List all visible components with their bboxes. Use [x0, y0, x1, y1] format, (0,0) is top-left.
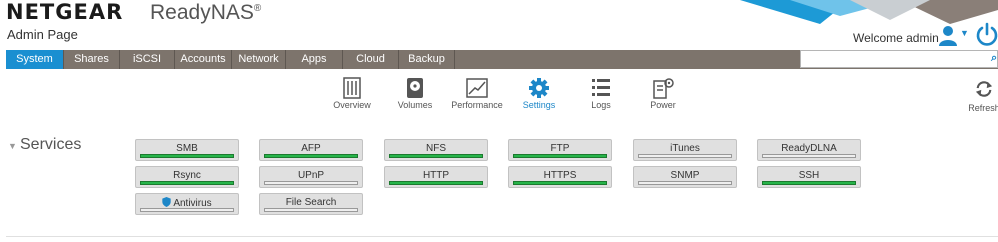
refresh-icon	[975, 81, 993, 97]
welcome-text: Welcome admin	[853, 31, 939, 45]
status-bar-disabled	[140, 208, 234, 212]
service-label: SMB	[176, 143, 198, 154]
toolbar-label: Settings	[522, 100, 556, 110]
header-decoration	[740, 0, 998, 24]
service-toggle-itunes[interactable]: iTunes	[633, 139, 737, 161]
toolbar-power[interactable]: Power	[633, 77, 693, 110]
service-toggle-https[interactable]: HTTPS	[508, 166, 612, 188]
search-icon[interactable]: ⌕	[991, 52, 997, 65]
service-toggle-upnp[interactable]: UPnP	[259, 166, 363, 188]
refresh-button[interactable]: Refresh	[964, 80, 998, 116]
service-toggle-readydlna[interactable]: ReadyDLNA	[757, 139, 861, 161]
service-label: Rsync	[173, 170, 201, 181]
service-name: AFP	[260, 143, 362, 154]
service-name: HTTP	[385, 170, 487, 181]
settings-icon	[529, 78, 549, 98]
service-name: HTTPS	[509, 170, 611, 181]
toolbar-label: Overview	[333, 100, 371, 110]
service-name: SMB	[136, 143, 238, 154]
service-label: SSH	[798, 170, 820, 181]
toolbar-volumes[interactable]: Volumes	[385, 77, 445, 110]
status-bar-disabled	[264, 181, 358, 185]
user-menu-chevron-down-icon[interactable]: ▼	[960, 28, 969, 38]
service-label: NFS	[426, 143, 446, 154]
service-name: iTunes	[634, 143, 736, 154]
status-bar-enabled	[140, 181, 234, 185]
service-name: Rsync	[136, 170, 238, 181]
service-name: Antivirus	[136, 197, 238, 209]
logs-icon	[592, 79, 610, 96]
status-bar-enabled	[264, 154, 358, 158]
collapse-caret-icon[interactable]: ▼	[8, 141, 17, 151]
service-name: UPnP	[260, 170, 362, 181]
refresh-label: Refresh	[968, 103, 998, 113]
status-bar-disabled	[264, 208, 358, 212]
service-label: iTunes	[670, 143, 700, 154]
service-name: File Search	[260, 197, 362, 208]
service-name: SNMP	[634, 170, 736, 181]
tab-cloud[interactable]: Cloud	[343, 50, 399, 69]
shield-icon	[162, 197, 171, 207]
tab-iscsi[interactable]: iSCSI	[120, 50, 175, 69]
service-toggle-file-search[interactable]: File Search	[259, 193, 363, 215]
service-toggle-rsync[interactable]: Rsync	[135, 166, 239, 188]
tab-backup[interactable]: Backup	[399, 50, 455, 69]
service-toggle-snmp[interactable]: SNMP	[633, 166, 737, 188]
tab-system[interactable]: System	[6, 50, 64, 69]
search-input[interactable]	[800, 50, 998, 68]
page-subtitle: Admin Page	[7, 27, 78, 42]
service-toggle-ftp[interactable]: FTP	[508, 139, 612, 161]
service-toggle-antivirus[interactable]: Antivirus	[135, 193, 239, 215]
section-divider	[6, 236, 998, 237]
service-label: UPnP	[297, 170, 325, 181]
service-toggle-ssh[interactable]: SSH	[757, 166, 861, 188]
toolbar-overview[interactable]: Overview	[322, 77, 382, 110]
status-bar-disabled	[762, 154, 856, 158]
brand-logo: NETGEAR	[6, 0, 124, 24]
service-toggle-smb[interactable]: SMB	[135, 139, 239, 161]
status-bar-enabled	[389, 154, 483, 158]
toolbar-label: Volumes	[397, 100, 433, 110]
service-label: File Search	[285, 197, 337, 208]
toolbar-settings[interactable]: Settings	[509, 77, 569, 110]
service-label: FTP	[550, 143, 570, 154]
service-toggle-http[interactable]: HTTP	[384, 166, 488, 188]
toolbar-performance[interactable]: Performance	[447, 77, 507, 110]
volumes-icon	[407, 78, 423, 98]
tab-accounts[interactable]: Accounts	[175, 50, 232, 69]
product-name: ReadyNAS®	[150, 1, 262, 24]
tab-network[interactable]: Network	[232, 50, 286, 69]
performance-icon	[466, 78, 488, 98]
toolbar-label: Performance	[451, 100, 503, 110]
status-bar-enabled	[140, 154, 234, 158]
service-label: HTTP	[422, 170, 450, 181]
tab-apps[interactable]: Apps	[286, 50, 343, 69]
status-bar-enabled	[762, 181, 856, 185]
service-label: ReadyDLNA	[781, 143, 837, 154]
power-icon[interactable]	[975, 22, 998, 46]
power-settings-icon	[653, 78, 674, 99]
toolbar-logs[interactable]: Logs	[571, 77, 631, 110]
service-name: NFS	[385, 143, 487, 154]
status-bar-disabled	[638, 181, 732, 185]
service-label: AFP	[301, 143, 321, 154]
section-title: Services	[20, 136, 82, 153]
status-bar-enabled	[513, 181, 607, 185]
tab-shares[interactable]: Shares	[64, 50, 120, 69]
status-bar-disabled	[638, 154, 732, 158]
service-label: SNMP	[670, 170, 700, 181]
toolbar-label: Logs	[591, 100, 611, 110]
status-bar-enabled	[513, 154, 607, 158]
service-toggle-afp[interactable]: AFP	[259, 139, 363, 161]
overview-icon	[343, 77, 361, 99]
service-name: SSH	[758, 170, 860, 181]
toolbar-label: Power	[650, 100, 676, 110]
service-name: ReadyDLNA	[758, 143, 860, 154]
service-toggle-nfs[interactable]: NFS	[384, 139, 488, 161]
status-bar-enabled	[389, 181, 483, 185]
service-name: FTP	[509, 143, 611, 154]
user-icon[interactable]	[938, 25, 958, 47]
service-label: HTTPS	[543, 170, 577, 181]
